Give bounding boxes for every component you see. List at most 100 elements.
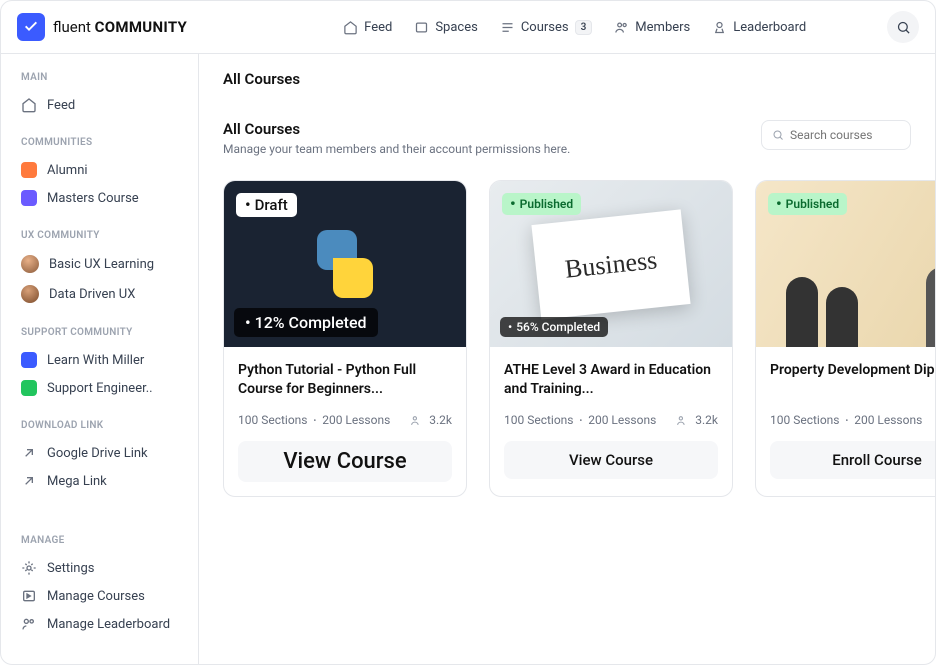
nav-feed[interactable]: Feed bbox=[343, 20, 392, 35]
course-card[interactable]: Business Published 56% Completed ATHE Le… bbox=[489, 180, 733, 497]
avatar-icon bbox=[21, 285, 39, 303]
search-icon bbox=[896, 20, 911, 35]
course-thumbnail: Published bbox=[756, 181, 935, 347]
course-meta: 100 Sections • 200 Lessons bbox=[770, 413, 935, 427]
sidebar-item-support-eng[interactable]: Support Engineer.. bbox=[11, 374, 188, 402]
progress-badge: 56% Completed bbox=[500, 317, 608, 337]
sidebar-item-manage-courses[interactable]: Manage Courses bbox=[11, 582, 188, 610]
python-logo-icon bbox=[309, 228, 381, 300]
community-color-icon bbox=[21, 190, 37, 206]
courses-badge: 3 bbox=[575, 20, 593, 35]
community-color-icon bbox=[21, 352, 37, 368]
global-search-button[interactable] bbox=[887, 11, 919, 43]
sections-count: 100 Sections bbox=[770, 413, 840, 427]
sidebar-label-download: DOWNLOAD LINK bbox=[11, 420, 188, 439]
community-color-icon bbox=[21, 380, 37, 396]
enroll-course-button[interactable]: Enroll Course bbox=[770, 441, 935, 479]
members-count: 3.2k bbox=[429, 413, 452, 427]
sidebar-item-basic-ux[interactable]: Basic UX Learning bbox=[11, 249, 188, 279]
sidebar-item-gdrive[interactable]: Google Drive Link bbox=[11, 439, 188, 467]
course-card[interactable]: Draft 12% Completed Python Tutorial - Py… bbox=[223, 180, 467, 497]
members-count: 3.2k bbox=[695, 413, 718, 427]
course-search-input[interactable] bbox=[790, 128, 900, 142]
sidebar-item-mega[interactable]: Mega Link bbox=[11, 467, 188, 495]
sidebar-item-alumni[interactable]: Alumni bbox=[11, 156, 188, 184]
course-title: Property Development Dip bbox=[770, 361, 935, 399]
sidebar-item-label: Google Drive Link bbox=[47, 446, 148, 461]
nav-courses-label: Courses bbox=[521, 20, 569, 35]
nav-feed-label: Feed bbox=[364, 20, 392, 35]
sidebar-label-communities: COMMUNITIES bbox=[11, 137, 188, 156]
breadcrumb: All Courses bbox=[199, 54, 935, 104]
page-subtitle: Manage your team members and their accou… bbox=[223, 142, 570, 156]
logo[interactable]: fluent COMMUNITY bbox=[17, 13, 187, 41]
users-icon bbox=[676, 414, 689, 427]
sidebar-item-feed[interactable]: Feed bbox=[11, 91, 188, 119]
sections-count: 100 Sections bbox=[504, 413, 574, 427]
sidebar-item-label: Mega Link bbox=[47, 474, 107, 489]
sidebar-item-label: Manage Courses bbox=[47, 589, 145, 604]
logo-icon bbox=[17, 13, 45, 41]
nav-leaderboard-label: Leaderboard bbox=[733, 20, 806, 35]
sidebar: MAIN Feed COMMUNITIES Alumni Masters Cou… bbox=[1, 54, 199, 664]
nav-courses[interactable]: Courses 3 bbox=[500, 20, 592, 35]
page-title: All Courses bbox=[223, 120, 570, 138]
sidebar-label-support: SUPPORT COMMUNITY bbox=[11, 327, 188, 346]
course-title: ATHE Level 3 Award in Education and Trai… bbox=[504, 361, 718, 399]
logo-text-1: fluent bbox=[53, 18, 91, 36]
nav-leaderboard[interactable]: Leaderboard bbox=[712, 20, 806, 35]
users-icon bbox=[410, 414, 423, 427]
lessons-count: 200 Lessons bbox=[322, 413, 390, 427]
main-content: All Courses All Courses Manage your team… bbox=[199, 54, 935, 664]
course-thumbnail: Business Published 56% Completed bbox=[490, 181, 732, 347]
topnav: Feed Spaces Courses 3 Members Leaderboar… bbox=[343, 20, 806, 35]
sidebar-item-data-ux[interactable]: Data Driven UX bbox=[11, 279, 188, 309]
sidebar-item-masters[interactable]: Masters Course bbox=[11, 184, 188, 212]
community-color-icon bbox=[21, 162, 37, 178]
sidebar-item-label: Learn With Miller bbox=[47, 353, 144, 368]
logo-text-2: COMMUNITY bbox=[95, 18, 187, 36]
courses-icon bbox=[500, 20, 515, 35]
home-icon bbox=[21, 97, 37, 113]
sidebar-item-label: Feed bbox=[47, 98, 75, 113]
search-icon bbox=[772, 128, 784, 142]
members-icon bbox=[614, 20, 629, 35]
sidebar-item-label: Settings bbox=[47, 561, 94, 576]
newspaper-graphic: Business bbox=[531, 209, 690, 319]
course-meta: 100 Sections • 200 Lessons 3.2k bbox=[238, 413, 452, 427]
lessons-count: 200 Lessons bbox=[588, 413, 656, 427]
topbar: fluent COMMUNITY Feed Spaces Courses 3 M… bbox=[1, 1, 935, 54]
progress-badge: 12% Completed bbox=[234, 308, 378, 337]
sidebar-label-ux: UX COMMUNITY bbox=[11, 230, 188, 249]
sidebar-item-label: Masters Course bbox=[47, 191, 139, 206]
status-badge: Published bbox=[768, 193, 847, 215]
avatar-icon bbox=[21, 255, 39, 273]
status-badge: Draft bbox=[236, 193, 297, 217]
home-icon bbox=[343, 20, 358, 35]
course-card-list: Draft 12% Completed Python Tutorial - Py… bbox=[223, 180, 911, 497]
sidebar-item-settings[interactable]: Settings bbox=[11, 554, 188, 582]
spaces-icon bbox=[414, 20, 429, 35]
sidebar-item-label: Alumni bbox=[47, 163, 88, 178]
sidebar-item-label: Support Engineer.. bbox=[47, 381, 153, 396]
view-course-button[interactable]: View Course bbox=[504, 441, 718, 479]
sidebar-item-miller[interactable]: Learn With Miller bbox=[11, 346, 188, 374]
gear-icon bbox=[21, 560, 37, 576]
status-badge: Published bbox=[502, 193, 581, 215]
nav-members[interactable]: Members bbox=[614, 20, 690, 35]
course-title: Python Tutorial - Python Full Course for… bbox=[238, 361, 452, 399]
lessons-count: 200 Lessons bbox=[854, 413, 922, 427]
link-arrow-icon bbox=[21, 473, 37, 489]
leaderboard-icon bbox=[712, 20, 727, 35]
view-course-button[interactable]: View Course bbox=[238, 441, 452, 482]
course-card[interactable]: Published Property Development Dip 100 S… bbox=[755, 180, 935, 497]
course-search-box[interactable] bbox=[761, 120, 911, 150]
nav-spaces[interactable]: Spaces bbox=[414, 20, 478, 35]
nav-spaces-label: Spaces bbox=[435, 20, 478, 35]
sidebar-label-manage: MANAGE bbox=[11, 535, 188, 554]
courses-icon bbox=[21, 588, 37, 604]
leaderboard-icon bbox=[21, 616, 37, 632]
sidebar-label-main: MAIN bbox=[11, 72, 188, 91]
sidebar-item-label: Data Driven UX bbox=[49, 287, 135, 302]
sidebar-item-manage-leaderboard[interactable]: Manage Leaderboard bbox=[11, 610, 188, 638]
